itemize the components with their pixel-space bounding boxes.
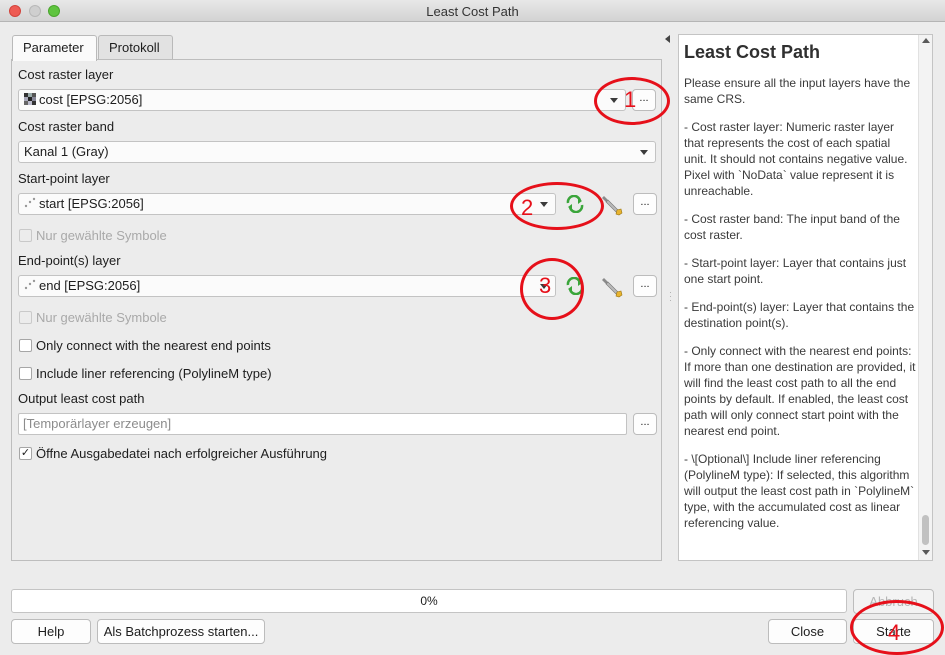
output-browse-button[interactable]: ... [633, 413, 657, 435]
end-point-layer-label: End-point(s) layer [18, 253, 121, 268]
only-nearest-label: Only connect with the nearest end points [36, 338, 271, 353]
output-path-input[interactable]: [Temporärlayer erzeugen] [18, 413, 627, 435]
end-selected-only-checkbox[interactable] [19, 311, 32, 324]
wrench-icon[interactable] [600, 275, 624, 302]
tab-protokoll[interactable]: Protokoll [98, 35, 173, 60]
help-paragraph: - Only connect with the nearest end poin… [684, 344, 916, 438]
help-scrollbar[interactable] [918, 35, 932, 560]
annotation-number: 3 [539, 273, 552, 298]
start-point-browse-button[interactable]: ... [633, 193, 657, 215]
cost-raster-band-select[interactable]: Kanal 1 (Gray) [18, 141, 656, 163]
point-layer-icon [24, 277, 36, 297]
point-layer-icon [24, 195, 36, 215]
open-output-checkbox[interactable]: ✓ [19, 447, 32, 460]
help-panel: Least Cost Path Please ensure all the in… [678, 34, 933, 561]
batch-process-button[interactable]: Als Batchprozess starten... [97, 619, 265, 644]
scroll-up-icon[interactable] [922, 38, 930, 43]
help-paragraph: - Cost raster layer: Numeric raster laye… [684, 120, 908, 198]
help-paragraph: - \[Optional\] Include liner referencing… [684, 452, 915, 530]
start-point-layer-select[interactable]: start [EPSG:2056] [18, 193, 556, 215]
annotation-number: 1 [624, 87, 637, 112]
annotation-number: 2 [521, 195, 534, 220]
start-point-layer-label: Start-point layer [18, 171, 110, 186]
cost-raster-layer-label: Cost raster layer [18, 67, 114, 82]
start-selected-only-checkbox[interactable] [19, 229, 32, 242]
start-point-layer-value: start [EPSG:2056] [39, 196, 144, 211]
help-title: Least Cost Path [684, 42, 821, 62]
output-label: Output least cost path [18, 391, 145, 406]
help-paragraph: - End-point(s) layer: Layer that contain… [684, 300, 915, 330]
liner-referencing-checkbox[interactable] [19, 367, 32, 380]
open-output-label: Öffne Ausgabedatei nach erfolgreicher Au… [36, 446, 328, 461]
cost-raster-layer-select[interactable]: cost [EPSG:2056] [18, 89, 626, 111]
close-button[interactable]: Close [768, 619, 847, 644]
help-paragraph: - Start-point layer: Layer that contains… [684, 256, 907, 286]
end-selected-only-label: Nur gewählte Symbole [36, 310, 167, 325]
scroll-down-icon[interactable] [922, 550, 930, 555]
annotation-circle [520, 258, 584, 320]
cost-raster-band-value: Kanal 1 (Gray) [24, 144, 109, 159]
help-button[interactable]: Help [11, 619, 91, 644]
cost-raster-layer-value: cost [EPSG:2056] [39, 92, 143, 107]
liner-referencing-label: Include liner referencing (PolylineM typ… [36, 366, 272, 381]
help-paragraph: Please ensure all the input layers have … [684, 76, 911, 106]
annotation-number: 4 [888, 620, 901, 645]
cost-raster-band-label: Cost raster band [18, 119, 115, 134]
scroll-thumb[interactable] [922, 515, 929, 545]
end-point-browse-button[interactable]: ... [633, 275, 657, 297]
splitter-handle[interactable]: · · · [669, 288, 672, 305]
collapse-help-icon[interactable] [665, 35, 670, 43]
raster-layer-icon [24, 91, 36, 111]
window-title: Least Cost Path [426, 4, 519, 19]
only-nearest-checkbox[interactable] [19, 339, 32, 352]
tab-parameter[interactable]: Parameter [12, 35, 97, 61]
help-paragraph: - Cost raster band: The input band of th… [684, 212, 900, 242]
chevron-down-icon [640, 150, 648, 155]
end-point-layer-value: end [EPSG:2056] [39, 278, 141, 293]
start-selected-only-label: Nur gewählte Symbole [36, 228, 167, 243]
progress-bar: 0% [11, 589, 847, 613]
progress-label: 0% [420, 594, 438, 608]
title-bar: Least Cost Path [0, 0, 945, 22]
end-point-layer-select[interactable]: end [EPSG:2056] [18, 275, 556, 297]
